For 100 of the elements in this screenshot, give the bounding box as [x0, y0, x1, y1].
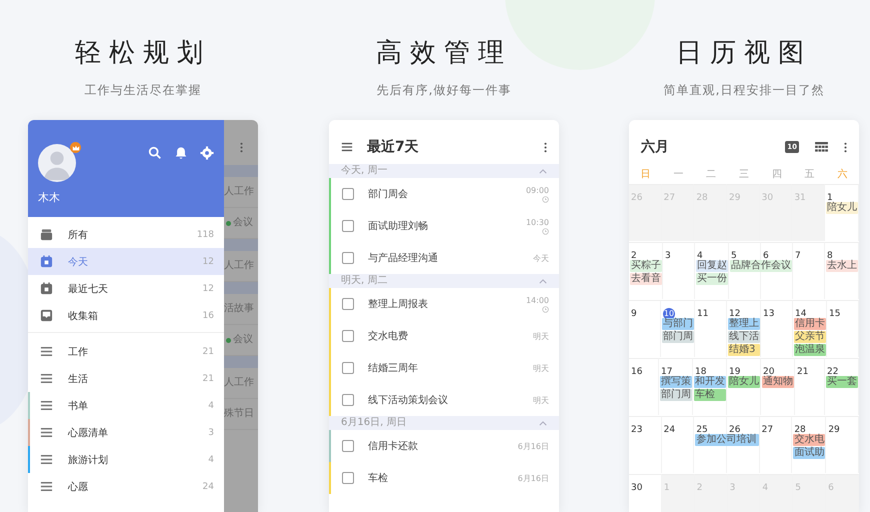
- drawer-item[interactable]: 所有 118: [28, 221, 224, 248]
- checkbox[interactable]: [342, 252, 354, 264]
- settings-icon[interactable]: [200, 146, 214, 160]
- calendar-event[interactable]: 品牌合作会议: [730, 260, 792, 272]
- checkbox[interactable]: [342, 298, 354, 310]
- checkbox[interactable]: [342, 394, 354, 406]
- list-icon: [40, 426, 53, 439]
- due-time: 10:30: [526, 218, 549, 226]
- day-number: 12: [728, 308, 740, 319]
- calendar-event[interactable]: 通知物: [762, 376, 794, 388]
- day-number: 22: [826, 366, 838, 377]
- avatar[interactable]: [38, 144, 76, 182]
- drawer-item[interactable]: 今天 12: [28, 248, 224, 275]
- promo-subtitle: 工作与生活尽在掌握: [84, 82, 202, 98]
- weekday-label: 三: [738, 168, 750, 181]
- calendar-event[interactable]: 去水上: [826, 260, 858, 272]
- list-item[interactable]: 书单 4: [28, 392, 224, 419]
- due-time: 14:00: [526, 296, 549, 304]
- calendar-event[interactable]: 和开发: [694, 376, 726, 388]
- more-icon[interactable]: [544, 142, 547, 152]
- calendar-event[interactable]: 车检: [694, 389, 726, 401]
- calendar-event[interactable]: 陪女儿: [728, 376, 760, 388]
- task-title: 车检: [368, 472, 389, 485]
- task-row[interactable]: 面试助理刘畅 10:30: [329, 210, 559, 242]
- task-row[interactable]: 整理上周报表 14:00: [329, 288, 559, 320]
- grid-view-icon[interactable]: [815, 142, 828, 152]
- calendar-event[interactable]: 参加公司培训: [695, 434, 759, 446]
- task-row[interactable]: 信用卡还款 6月16日: [329, 430, 559, 462]
- section-header-bar: [224, 165, 258, 177]
- day-number: 6: [763, 250, 769, 261]
- calendar-event[interactable]: 整理上: [728, 318, 760, 330]
- checkbox[interactable]: [342, 188, 354, 200]
- checkbox[interactable]: [342, 362, 354, 374]
- bell-icon[interactable]: [174, 146, 188, 160]
- task-row[interactable]: 交水电费 明天: [329, 320, 559, 352]
- due-time: 明天: [533, 330, 549, 342]
- day-number: 2: [696, 482, 702, 494]
- calendar-event[interactable]: 与部门: [662, 318, 694, 330]
- drawer-item[interactable]: 收集箱 16: [28, 302, 224, 329]
- screen-title: 最近7天: [367, 138, 420, 156]
- day-number: 6: [827, 482, 834, 494]
- section-title: 明天, 周二: [341, 274, 388, 288]
- calendar-event[interactable]: 泡温泉: [794, 344, 826, 356]
- drawer-item[interactable]: 最近七天 12: [28, 275, 224, 302]
- menu-icon[interactable]: [341, 141, 353, 153]
- promo-title: 轻松规划: [74, 37, 212, 70]
- calendar-event[interactable]: 回复赵: [696, 260, 728, 272]
- list-item[interactable]: 生活 21: [28, 365, 224, 392]
- section-header-bar: [224, 282, 258, 294]
- calendar-event[interactable]: 去看音: [630, 273, 662, 285]
- list-item[interactable]: 旅游计划 4: [28, 446, 224, 473]
- task-row[interactable]: 结婚三周年 明天: [329, 352, 559, 384]
- task-row[interactable]: 车检 6月16日: [329, 462, 559, 494]
- calendar-event[interactable]: 父亲节: [794, 331, 826, 343]
- calendar-event[interactable]: 部门周: [662, 331, 694, 343]
- calendar-event[interactable]: 买粽子: [630, 260, 662, 272]
- section-header-bar: [224, 356, 258, 368]
- more-icon[interactable]: [844, 142, 847, 152]
- calendar-event[interactable]: 面试助: [793, 447, 826, 459]
- task-title: 整理上周报表: [368, 298, 429, 311]
- calendar-event[interactable]: 买一套: [826, 376, 858, 388]
- calendar-event[interactable]: 买一份: [696, 273, 728, 285]
- day-number: 21: [796, 366, 808, 378]
- day-number: 18: [694, 366, 706, 377]
- calendar-event[interactable]: 陪女儿: [826, 202, 858, 214]
- calendar-event[interactable]: 线下活: [728, 331, 760, 343]
- day-number: 23: [630, 424, 642, 436]
- promo-title: 日历视图: [675, 37, 813, 70]
- list-item[interactable]: 心愿 24: [28, 473, 224, 500]
- list-icon: [40, 480, 53, 493]
- day-number: 28: [793, 424, 806, 435]
- day-number: 11: [696, 308, 708, 320]
- due-time: 明天: [533, 394, 549, 406]
- list-item[interactable]: 工作 21: [28, 338, 224, 365]
- dimmed-text: 活故事: [224, 303, 254, 315]
- calendar-event[interactable]: 结婚3: [728, 344, 760, 356]
- day-number: 26: [729, 424, 740, 435]
- day-number: 17: [660, 366, 672, 377]
- weekday-label: 日: [639, 168, 652, 181]
- more-icon: [240, 142, 242, 153]
- section-title: 6月16日, 周日: [341, 416, 406, 430]
- calendar-event[interactable]: 信用卡: [794, 318, 826, 330]
- search-icon[interactable]: [148, 146, 162, 160]
- checkbox[interactable]: [342, 220, 354, 232]
- list-item[interactable]: 心愿清单 3: [28, 419, 224, 446]
- weekday-label: 六: [836, 168, 849, 181]
- day-number: 27: [760, 424, 774, 436]
- checkbox[interactable]: [342, 472, 354, 484]
- task-row[interactable]: 部门周会 09:00: [329, 178, 559, 210]
- task-title: 结婚三周年: [368, 362, 419, 375]
- calendar-event[interactable]: 部门周: [660, 389, 692, 401]
- promo-title: 高效管理: [375, 37, 513, 70]
- dimmed-text: 殊节日: [224, 408, 254, 420]
- calendar-icon: [40, 255, 53, 268]
- checkbox[interactable]: [342, 440, 354, 452]
- dimmed-text: 会议: [233, 334, 253, 346]
- checkbox[interactable]: [342, 330, 354, 342]
- day-number: 29: [728, 192, 740, 204]
- calendar-event[interactable]: 撰写策: [660, 376, 692, 388]
- calendar-event[interactable]: 交水电: [793, 434, 826, 446]
